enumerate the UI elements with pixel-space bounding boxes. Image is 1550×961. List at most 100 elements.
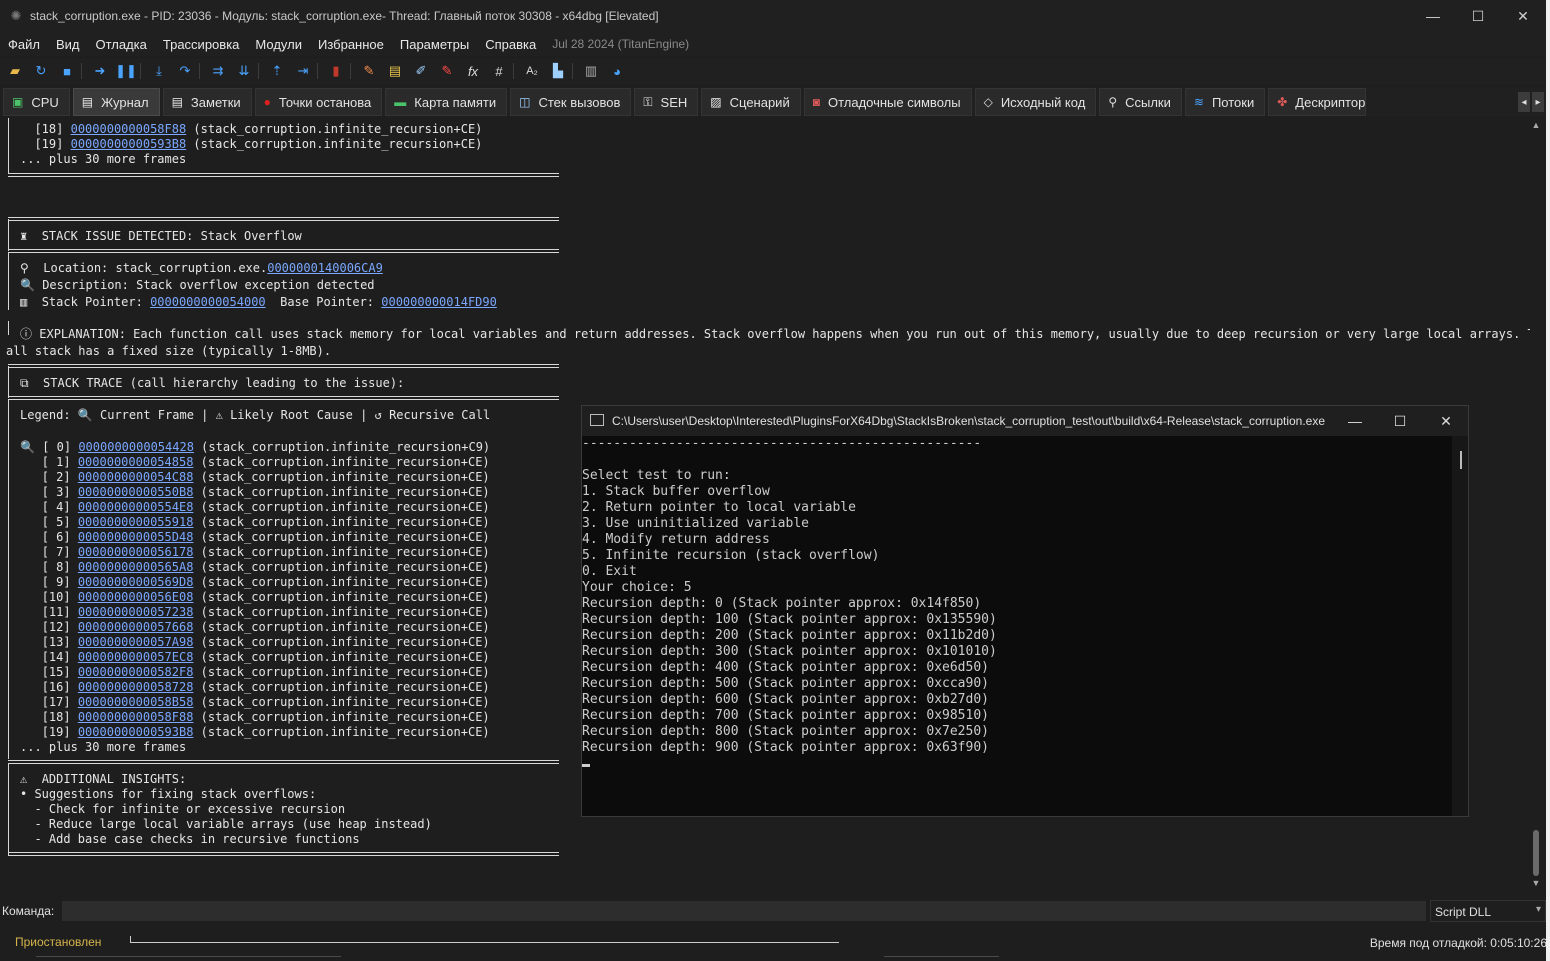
console-output[interactable]: ----------------------------------------… <box>582 436 1452 816</box>
menu-file[interactable]: Файл <box>8 37 40 52</box>
menu-debug[interactable]: Отладка <box>96 37 147 52</box>
stack-frame-row: [ 5] 0000000000055918 (stack_corruption.… <box>41 515 490 529</box>
scroll-up-icon[interactable]: ▲ <box>1530 120 1542 130</box>
close-button[interactable]: ✕ <box>1500 0 1546 32</box>
tab-symbols[interactable]: ◙ Отладочные символы <box>803 88 972 116</box>
console-window[interactable]: C:\Users\user\Desktop\Interested\Plugins… <box>581 405 1469 817</box>
menu-favourites[interactable]: Избранное <box>318 37 384 52</box>
log-scrollbar[interactable]: ▲ ▼ <box>1530 118 1542 893</box>
frame-address-link[interactable]: 0000000000057A98 <box>78 635 194 649</box>
trace-over-icon[interactable]: ⇊ <box>233 60 255 82</box>
stack-frame-row: [17] 0000000000058B58 (stack_corruption.… <box>41 695 490 709</box>
frame-address-link[interactable]: 0000000000054428 <box>78 440 194 454</box>
tab-script[interactable]: ▨ Сценарий <box>701 88 801 116</box>
frame-address-link[interactable]: 0000000000056E08 <box>78 590 194 604</box>
tab-cpu[interactable]: ▣ CPU <box>3 88 70 116</box>
tab-scroll-left[interactable]: ◂ <box>1518 92 1530 112</box>
tab-notes[interactable]: ▤ Заметки <box>162 88 252 116</box>
script-engine-select[interactable]: Script DLL ▾ <box>1430 900 1546 922</box>
frame-address-link[interactable]: 0000000000057668 <box>78 620 194 634</box>
menu-view[interactable]: Вид <box>56 37 80 52</box>
tab-bar: ▣ CPU ▤ Журнал ▤ Заметки ● Точки останова ▬ К… <box>0 88 1550 116</box>
stack-frame-row: [ 2] 0000000000054C88 (stack_corruption.… <box>41 470 490 484</box>
console-line: 0. Exit <box>582 564 637 579</box>
patch-icon[interactable]: ✎ <box>358 60 380 82</box>
tab-log[interactable]: ▤ Журнал <box>72 88 160 116</box>
frame-address-link[interactable]: 0000000000055918 <box>78 515 194 529</box>
pin-icon: ⚲ <box>20 261 29 275</box>
comments-icon[interactable]: ▤ <box>384 60 406 82</box>
location-address-link[interactable]: 0000000140006CA9 <box>267 261 383 275</box>
frame-address-link[interactable]: 0000000000057238 <box>78 605 194 619</box>
execute-till-return-icon[interactable]: ⇡ <box>266 60 288 82</box>
window-title: stack_corruption.exe - PID: 23036 - Моду… <box>30 9 659 23</box>
frame-address-link[interactable]: 00000000000565A8 <box>78 560 194 574</box>
call-stack-icon: ◫ <box>519 95 531 109</box>
base-pointer-link[interactable]: 000000000014FD90 <box>381 295 497 309</box>
scroll-thumb[interactable] <box>1533 830 1539 876</box>
log-line: [19] 00000000000593B8 (stack_corruption.… <box>34 137 483 151</box>
insight-line: - Add base case checks in recursive func… <box>20 832 360 846</box>
run-icon[interactable]: ➜ <box>89 60 111 82</box>
calculator-icon[interactable]: ▙ <box>547 60 569 82</box>
labels-icon[interactable]: ✐ <box>410 60 432 82</box>
maximize-button[interactable]: ☐ <box>1455 0 1501 32</box>
frame-address-link[interactable]: 00000000000569D8 <box>78 575 194 589</box>
frame-address-link[interactable]: 0000000000056178 <box>78 545 194 559</box>
frame-address-link[interactable]: 0000000000054C88 <box>78 470 194 484</box>
frame-address-link[interactable]: 0000000000058728 <box>78 680 194 694</box>
console-maximize-button[interactable]: ☐ <box>1385 410 1415 432</box>
console-scrollbar[interactable] <box>1452 436 1468 816</box>
console-close-button[interactable]: ✕ <box>1431 410 1461 432</box>
trace-into-icon[interactable]: ⇉ <box>207 60 229 82</box>
functions-icon[interactable]: fx <box>462 60 484 82</box>
frame-address-link[interactable]: 0000000000058F88 <box>78 710 194 724</box>
bookmarks-icon[interactable]: ✎ <box>436 60 458 82</box>
frame-address-link[interactable]: 0000000000055D48 <box>78 530 194 544</box>
tab-threads[interactable]: ≋ Потоки <box>1184 88 1266 116</box>
scroll-down-icon[interactable]: ▼ <box>1530 878 1542 888</box>
minimize-button[interactable]: — <box>1410 0 1456 32</box>
globe-icon[interactable]: ◕ <box>606 60 628 82</box>
scylla-icon[interactable]: ▮ <box>325 60 347 82</box>
console-line: Recursion depth: 700 (Stack pointer appr… <box>582 708 989 723</box>
command-input[interactable] <box>62 901 1426 921</box>
console-scroll-thumb[interactable] <box>1460 451 1462 469</box>
run-to-user-code-icon[interactable]: ⇥ <box>292 60 314 82</box>
chart-icon: ▥ <box>20 295 28 309</box>
console-line: 5. Infinite recursion (stack overflow) <box>582 548 880 563</box>
tab-seh[interactable]: ⚿ SEH <box>634 88 699 116</box>
restart-icon[interactable]: ↻ <box>30 60 52 82</box>
frame-address-link[interactable]: 0000000000058B58 <box>78 695 194 709</box>
frame-address-link[interactable]: 00000000000554E8 <box>78 500 194 514</box>
pause-icon[interactable]: ❚❚ <box>115 60 137 82</box>
frame-address-link[interactable]: 0000000000057EC8 <box>78 650 194 664</box>
stop-icon[interactable]: ■ <box>56 60 78 82</box>
menu-modules[interactable]: Модули <box>255 37 302 52</box>
tab-call-stack[interactable]: ◫ Стек вызовов <box>510 88 632 116</box>
menu-help[interactable]: Справка <box>485 37 536 52</box>
step-over-icon[interactable]: ↷ <box>174 60 196 82</box>
frame-address-link[interactable]: 00000000000593B8 <box>78 725 194 739</box>
notes-icon[interactable]: ▥ <box>580 60 602 82</box>
frame-address-link[interactable]: 0000000000058F88 <box>71 122 187 136</box>
strings-icon[interactable]: A₂ <box>521 60 543 82</box>
menu-trace[interactable]: Трассировка <box>163 37 240 52</box>
tab-references[interactable]: ⚲ Ссылки <box>1099 88 1182 116</box>
menu-options[interactable]: Параметры <box>400 37 469 52</box>
legend-line: Legend: 🔍 Current Frame | ⚠ Likely Root … <box>20 408 491 422</box>
tab-scroll-right[interactable]: ▸ <box>1532 92 1544 112</box>
tab-source[interactable]: ◇ Исходный код <box>974 88 1097 116</box>
tab-handles[interactable]: ✤Дескрипторы <box>1268 88 1367 116</box>
frame-address-link[interactable]: 00000000000550B8 <box>78 485 194 499</box>
frame-address-link[interactable]: 00000000000582F8 <box>78 665 194 679</box>
console-minimize-button[interactable]: — <box>1340 410 1370 432</box>
stack-pointer-link[interactable]: 0000000000054000 <box>150 295 266 309</box>
tab-breakpoints[interactable]: ● Точки останова <box>254 88 383 116</box>
tab-memory-map[interactable]: ▬ Карта памяти <box>385 88 508 116</box>
variables-icon[interactable]: # <box>488 60 510 82</box>
frame-address-link[interactable]: 00000000000593B8 <box>71 137 187 151</box>
step-into-icon[interactable]: ⤓ <box>148 60 170 82</box>
frame-address-link[interactable]: 0000000000054858 <box>78 455 194 469</box>
open-folder-icon[interactable]: ▰ <box>4 60 26 82</box>
